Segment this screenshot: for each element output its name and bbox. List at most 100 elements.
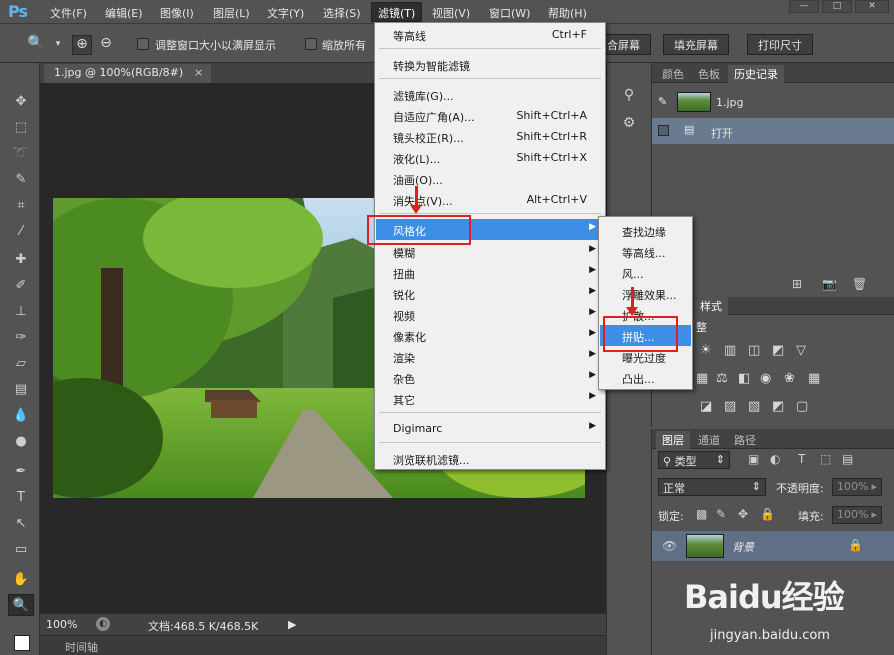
history-step-row[interactable]: ▤ 打开 xyxy=(652,118,894,144)
menu-item-browse-online-filters[interactable]: 浏览联机滤镜... xyxy=(376,448,604,469)
curves-icon[interactable]: ◫ xyxy=(748,343,760,358)
blend-mode-select[interactable]: 正常 ⇕ xyxy=(658,478,766,496)
tab-color[interactable]: 颜色 xyxy=(656,65,690,83)
submenu-item-contour[interactable]: 等高线... xyxy=(600,241,691,262)
submenu-item-wind[interactable]: 风... xyxy=(600,262,691,283)
close-window-button[interactable]: ✕ xyxy=(855,0,889,13)
photo-filter-icon[interactable]: ◉ xyxy=(760,371,771,386)
brush-source-icon[interactable]: ✎ xyxy=(658,95,667,108)
filter-pixel-icon[interactable]: ▣ xyxy=(748,452,759,466)
menu-item-render[interactable]: 渲染 ▶ xyxy=(376,346,604,367)
fill-screen-button[interactable]: 填充屏幕 xyxy=(663,34,729,55)
print-size-button[interactable]: 打印尺寸 xyxy=(747,34,813,55)
history-snapshot-row[interactable]: ✎ 1.jpg xyxy=(652,89,894,115)
new-document-from-state-icon[interactable]: ⊞ xyxy=(792,277,802,291)
healing-brush-tool-icon[interactable]: ✚ xyxy=(8,249,34,271)
tab-layers[interactable]: 图层 xyxy=(656,431,690,449)
menu-select[interactable]: 选择(S) xyxy=(323,5,361,21)
pen-tool-icon[interactable]: ✒ xyxy=(8,461,34,483)
crop-tool-icon[interactable]: ⌗ xyxy=(8,195,34,217)
vibrance-icon[interactable]: ▽ xyxy=(796,343,806,358)
path-selection-tool-icon[interactable]: ↖ xyxy=(8,513,34,535)
menu-layer[interactable]: 图层(L) xyxy=(213,5,250,21)
lock-image-icon[interactable]: ✎ xyxy=(716,507,726,521)
gradient-map-icon[interactable]: ◩ xyxy=(772,399,784,414)
eraser-tool-icon[interactable]: ▱ xyxy=(8,353,34,375)
menu-file[interactable]: 文件(F) xyxy=(50,5,87,21)
filter-adjustment-icon[interactable]: ◐ xyxy=(770,452,780,466)
opacity-input[interactable]: 100% ▸ xyxy=(832,478,882,496)
maximize-button[interactable]: □ xyxy=(822,0,852,13)
color-balance-icon[interactable]: ⚖ xyxy=(716,371,728,386)
menu-item-adaptive-wide-angle[interactable]: 自适应广角(A)... Shift+Ctrl+A xyxy=(376,105,604,126)
move-tool-icon[interactable]: ✥ xyxy=(8,91,34,113)
layer-row[interactable]: 👁 背景 🔒 xyxy=(652,531,894,561)
clone-stamp-tool-icon[interactable]: ⊥ xyxy=(8,301,34,323)
menu-item-video[interactable]: 视频 ▶ xyxy=(376,304,604,325)
filter-shape-icon[interactable]: ⬚ xyxy=(820,452,831,466)
lock-transparent-icon[interactable]: ▩ xyxy=(696,507,707,521)
brightness-icon[interactable]: ☀ xyxy=(700,343,712,358)
threshold-icon[interactable]: ▧ xyxy=(748,399,760,414)
visibility-eye-icon[interactable]: 👁 xyxy=(662,539,677,553)
tab-channels[interactable]: 通道 xyxy=(692,431,726,449)
timeline-label[interactable]: 时间轴 xyxy=(65,639,98,655)
levels-icon[interactable]: ▥ xyxy=(724,343,736,358)
brush-tool-icon[interactable]: ✐ xyxy=(8,275,34,297)
zoom-level[interactable]: 100% xyxy=(46,618,77,631)
delete-state-icon[interactable]: 🗑 xyxy=(852,277,867,291)
filter-type-icon[interactable]: T xyxy=(798,452,805,466)
dodge-tool-icon[interactable]: ● xyxy=(8,431,34,453)
hue-saturation-icon[interactable]: ▦ xyxy=(696,371,708,386)
status-menu-icon[interactable]: ◐ xyxy=(96,617,110,631)
menu-item-digimarc[interactable]: Digimarc ▶ xyxy=(376,418,604,439)
eyedropper-tool-icon[interactable]: ⁄ xyxy=(8,221,34,243)
lock-all-icon[interactable]: 🔒 xyxy=(760,507,775,521)
menu-item-oil-paint[interactable]: 油画(O)... xyxy=(376,168,604,189)
lock-position-icon[interactable]: ✥ xyxy=(738,507,748,521)
menu-item-distort[interactable]: 扭曲 ▶ xyxy=(376,262,604,283)
lasso-tool-icon[interactable]: ➰ xyxy=(8,143,34,165)
selective-color-icon[interactable]: ▢ xyxy=(796,399,808,414)
menu-item-other[interactable]: 其它 ▶ xyxy=(376,388,604,409)
tool-presets-icon[interactable]: ⚙ xyxy=(617,115,641,137)
invert-icon[interactable]: ◪ xyxy=(700,399,712,414)
close-tab-icon[interactable]: × xyxy=(194,66,203,79)
zoom-out-icon[interactable]: ⊖ xyxy=(96,35,116,55)
status-arrow-icon[interactable]: ▶ xyxy=(288,618,296,631)
fill-input[interactable]: 100% ▸ xyxy=(832,506,882,524)
menu-item-last-filter[interactable]: 等高线 Ctrl+F xyxy=(376,24,604,45)
tool-preset-chevron-icon[interactable]: ▾ xyxy=(48,39,68,59)
brush-presets-icon[interactable]: ⚲ xyxy=(617,87,641,109)
submenu-item-extrude[interactable]: 凸出... xyxy=(600,367,691,388)
menu-item-lens-correction[interactable]: 镜头校正(R)... Shift+Ctrl+R xyxy=(376,126,604,147)
submenu-item-emboss[interactable]: 浮雕效果... xyxy=(600,283,691,304)
document-tab[interactable]: 1.jpg @ 100%(RGB/8#) × xyxy=(44,64,212,83)
blur-tool-icon[interactable]: 💧 xyxy=(8,405,34,427)
gradient-tool-icon[interactable]: ▤ xyxy=(8,379,34,401)
menu-window[interactable]: 窗口(W) xyxy=(489,5,530,21)
menu-item-filter-gallery[interactable]: 滤镜库(G)... xyxy=(376,84,604,105)
menu-item-sharpen[interactable]: 锐化 ▶ xyxy=(376,283,604,304)
tab-paths[interactable]: 路径 xyxy=(728,431,762,449)
exposure-icon[interactable]: ◩ xyxy=(772,343,784,358)
channel-mixer-icon[interactable]: ❀ xyxy=(784,371,795,386)
menu-type[interactable]: 文字(Y) xyxy=(267,5,304,21)
minimize-button[interactable]: — xyxy=(789,0,819,13)
tab-history[interactable]: 历史记录 xyxy=(728,65,784,83)
rectangle-tool-icon[interactable]: ▭ xyxy=(8,539,34,561)
snapshot-camera-icon[interactable]: 📷 xyxy=(822,277,837,291)
layer-filter-select[interactable]: ⚲ 类型 ⇕ xyxy=(658,451,730,469)
zoom-all-checkbox[interactable] xyxy=(305,38,317,50)
menu-item-convert-smart-filter[interactable]: 转换为智能滤镜 xyxy=(376,54,604,75)
resize-windows-checkbox[interactable] xyxy=(137,38,149,50)
menu-edit[interactable]: 编辑(E) xyxy=(105,5,143,21)
zoom-in-icon[interactable]: ⊕ xyxy=(72,35,92,55)
submenu-item-find-edges[interactable]: 查找边缘 xyxy=(600,220,691,241)
history-source-checkbox[interactable] xyxy=(658,125,669,136)
quick-select-tool-icon[interactable]: ✎ xyxy=(8,169,34,191)
zoom-tool-icon[interactable]: 🔍 xyxy=(8,594,34,616)
black-white-icon[interactable]: ◧ xyxy=(738,371,750,386)
menu-view[interactable]: 视图(V) xyxy=(432,5,470,21)
menu-image[interactable]: 图像(I) xyxy=(160,5,194,21)
